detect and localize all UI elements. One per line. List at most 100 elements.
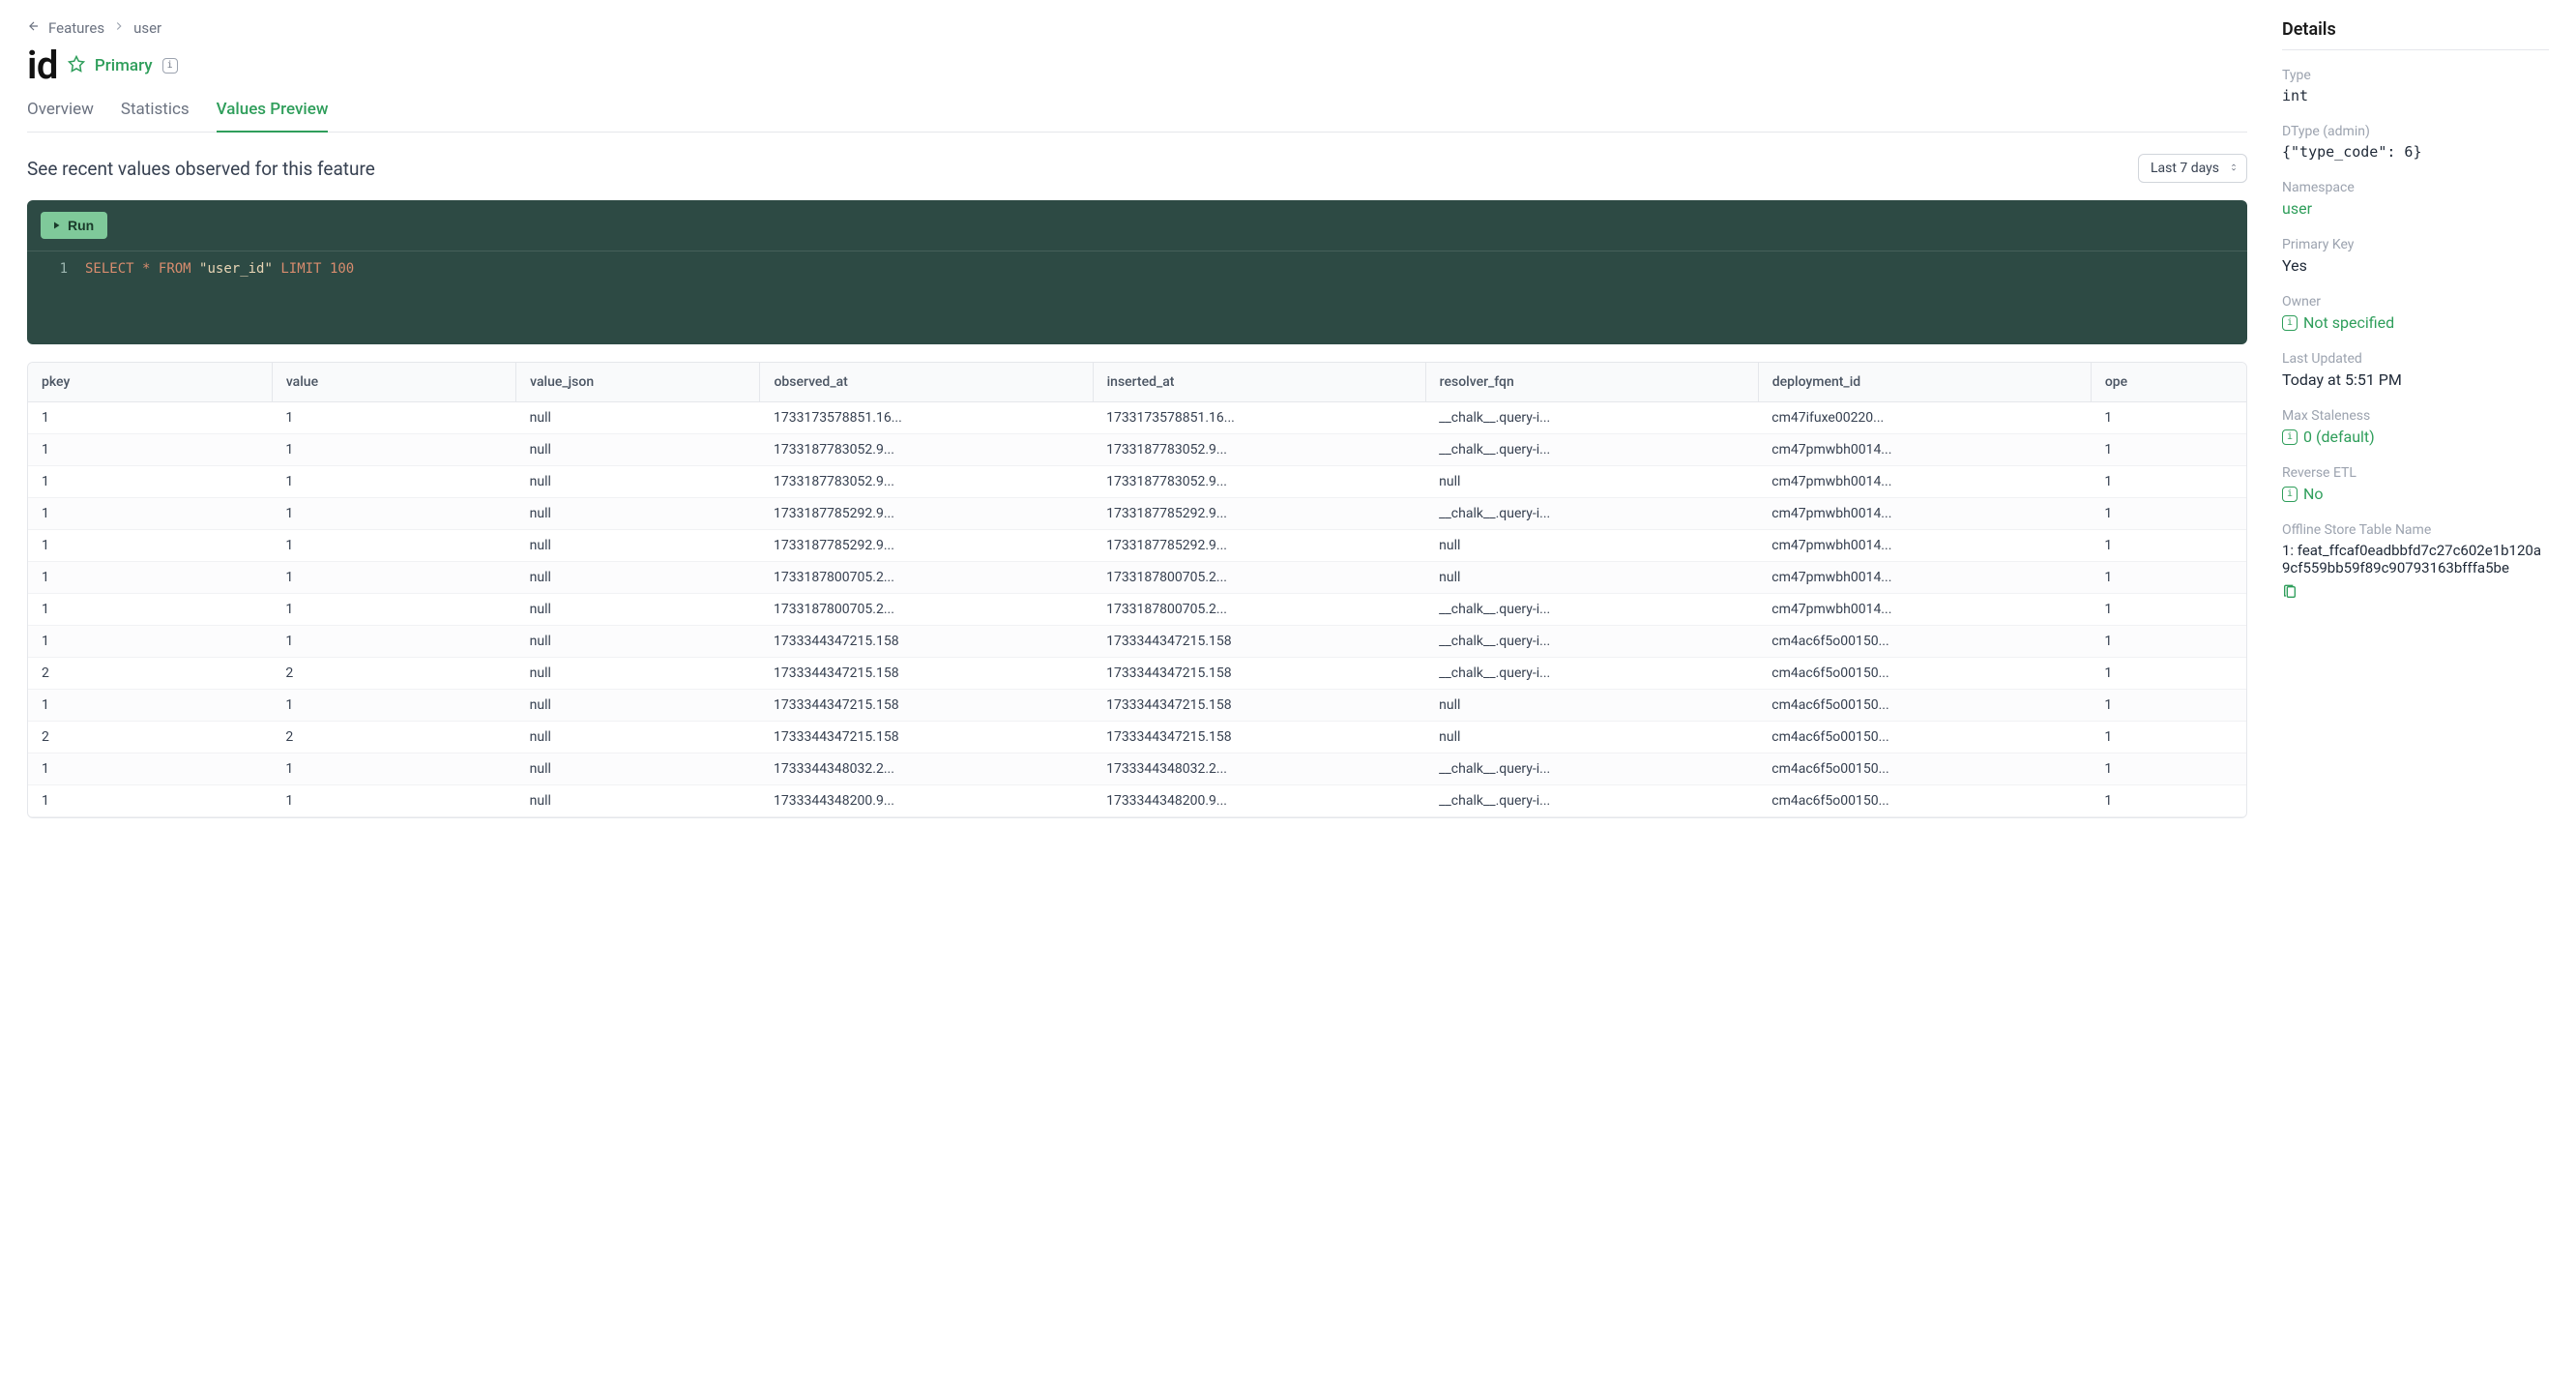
table-cell: __chalk__.query-i... xyxy=(1425,626,1758,658)
detail-value-owner[interactable]: Not specified xyxy=(2303,313,2394,332)
tab-overview[interactable]: Overview xyxy=(27,100,94,133)
play-icon xyxy=(50,220,62,231)
sql-editor[interactable]: 1 SELECT * FROM "user_id" LIMIT 100 xyxy=(27,251,2247,344)
table-row[interactable]: 22null1733344347215.1581733344347215.158… xyxy=(28,722,2246,754)
table-row[interactable]: 11null1733187785292.9...1733187785292.9.… xyxy=(28,498,2246,530)
table-row[interactable]: 11null1733173578851.16...1733173578851.1… xyxy=(28,402,2246,434)
table-row[interactable]: 11null1733187800705.2...1733187800705.2.… xyxy=(28,562,2246,594)
table-row[interactable]: 11null1733187783052.9...1733187783052.9.… xyxy=(28,434,2246,466)
info-icon[interactable]: i xyxy=(2282,315,2298,331)
run-button-label: Run xyxy=(68,218,94,233)
tabs: Overview Statistics Values Preview xyxy=(27,100,2247,133)
table-row[interactable]: 11null1733344348200.9...1733344348200.9.… xyxy=(28,785,2246,817)
col-resolver_fqn[interactable]: resolver_fqn xyxy=(1425,363,1758,402)
table-cell: 1 xyxy=(2091,690,2246,722)
table-cell: null xyxy=(516,754,760,785)
table-cell: null xyxy=(516,530,760,562)
copy-icon[interactable] xyxy=(2282,588,2298,604)
table-cell: 1 xyxy=(272,530,515,562)
col-value[interactable]: value xyxy=(272,363,515,402)
subheader-text: See recent values observed for this feat… xyxy=(27,158,375,180)
table-cell: 1 xyxy=(272,562,515,594)
table-row[interactable]: 11null1733187783052.9...1733187783052.9.… xyxy=(28,466,2246,498)
table-cell: null xyxy=(516,434,760,466)
table-cell: 1733344347215.158 xyxy=(760,690,1093,722)
table-row[interactable]: 11null1733187800705.2...1733187800705.2.… xyxy=(28,594,2246,626)
col-value_json[interactable]: value_json xyxy=(516,363,760,402)
table-cell: 1 xyxy=(272,466,515,498)
table-cell: cm47pmwbh0014... xyxy=(1758,530,2091,562)
table-cell: 1733173578851.16... xyxy=(1093,402,1425,434)
table-cell: 1 xyxy=(2091,466,2246,498)
table-cell: 1733344348200.9... xyxy=(1093,785,1425,817)
detail-label-type: Type xyxy=(2282,68,2549,83)
table-cell: 1 xyxy=(2091,530,2246,562)
table-cell: 1733344347215.158 xyxy=(1093,626,1425,658)
table-cell: null xyxy=(516,562,760,594)
table-cell: 1 xyxy=(272,626,515,658)
table-cell: 1733187785292.9... xyxy=(760,498,1093,530)
table-cell: 1 xyxy=(28,754,272,785)
table-cell: null xyxy=(516,498,760,530)
table-cell: 1 xyxy=(2091,754,2246,785)
results-table: pkeyvaluevalue_jsonobserved_atinserted_a… xyxy=(27,362,2247,818)
col-deployment_id[interactable]: deployment_id xyxy=(1758,363,2091,402)
table-cell: 1 xyxy=(2091,498,2246,530)
table-cell: __chalk__.query-i... xyxy=(1425,594,1758,626)
table-cell: null xyxy=(1425,466,1758,498)
detail-label-retl: Reverse ETL xyxy=(2282,465,2549,481)
table-cell: 1 xyxy=(28,626,272,658)
table-cell: cm4ac6f5o00150... xyxy=(1758,690,2091,722)
detail-value-staleness[interactable]: 0 (default) xyxy=(2303,428,2375,446)
info-icon[interactable]: i xyxy=(162,58,178,74)
star-icon[interactable] xyxy=(68,55,85,76)
table-cell: __chalk__.query-i... xyxy=(1425,785,1758,817)
details-title: Details xyxy=(2282,19,2549,50)
table-cell: cm4ac6f5o00150... xyxy=(1758,754,2091,785)
table-cell: 1733344348032.2... xyxy=(760,754,1093,785)
detail-value-type: int xyxy=(2282,87,2549,104)
col-pkey[interactable]: pkey xyxy=(28,363,272,402)
table-cell: __chalk__.query-i... xyxy=(1425,498,1758,530)
table-cell: null xyxy=(1425,562,1758,594)
detail-value-retl[interactable]: No xyxy=(2303,485,2324,503)
table-cell: 1733173578851.16... xyxy=(760,402,1093,434)
table-row[interactable]: 11null1733187785292.9...1733187785292.9.… xyxy=(28,530,2246,562)
sort-icon xyxy=(2229,161,2239,176)
info-icon[interactable]: i xyxy=(2282,429,2298,445)
table-cell: 1 xyxy=(2091,402,2246,434)
table-cell: null xyxy=(516,466,760,498)
date-range-select[interactable]: Last 7 days xyxy=(2138,154,2247,183)
table-cell: 1 xyxy=(28,785,272,817)
back-icon[interactable] xyxy=(27,19,41,37)
table-cell: 2 xyxy=(28,722,272,754)
table-cell: __chalk__.query-i... xyxy=(1425,754,1758,785)
table-cell: cm47pmwbh0014... xyxy=(1758,498,2091,530)
col-observed_at[interactable]: observed_at xyxy=(760,363,1093,402)
table-cell: 2 xyxy=(272,658,515,690)
table-row[interactable]: 11null1733344347215.1581733344347215.158… xyxy=(28,626,2246,658)
col-inserted_at[interactable]: inserted_at xyxy=(1093,363,1425,402)
table-cell: null xyxy=(1425,722,1758,754)
run-button[interactable]: Run xyxy=(41,212,107,239)
breadcrumb-root[interactable]: Features xyxy=(48,19,104,37)
info-icon[interactable]: i xyxy=(2282,487,2298,502)
detail-value-namespace[interactable]: user xyxy=(2282,199,2549,218)
table-row[interactable]: 22null1733344347215.1581733344347215.158… xyxy=(28,658,2246,690)
table-row[interactable]: 11null1733344348032.2...1733344348032.2.… xyxy=(28,754,2246,785)
col-ope[interactable]: ope xyxy=(2091,363,2246,402)
tab-values-preview[interactable]: Values Preview xyxy=(217,100,329,133)
table-cell: __chalk__.query-i... xyxy=(1425,658,1758,690)
table-cell: 1 xyxy=(28,402,272,434)
table-cell: null xyxy=(516,722,760,754)
table-cell: null xyxy=(516,690,760,722)
table-row[interactable]: 11null1733344347215.1581733344347215.158… xyxy=(28,690,2246,722)
table-cell: 1733187785292.9... xyxy=(1093,530,1425,562)
table-cell: 2 xyxy=(28,658,272,690)
breadcrumb-current[interactable]: user xyxy=(133,19,161,37)
table-cell: 1733187783052.9... xyxy=(760,466,1093,498)
tab-statistics[interactable]: Statistics xyxy=(121,100,190,133)
detail-value-offline: 1: feat_ffcaf0eadbbfd7c27c602e1b120a9cf5… xyxy=(2282,542,2549,576)
table-cell: 1 xyxy=(2091,626,2246,658)
table-cell: 1733344347215.158 xyxy=(760,626,1093,658)
